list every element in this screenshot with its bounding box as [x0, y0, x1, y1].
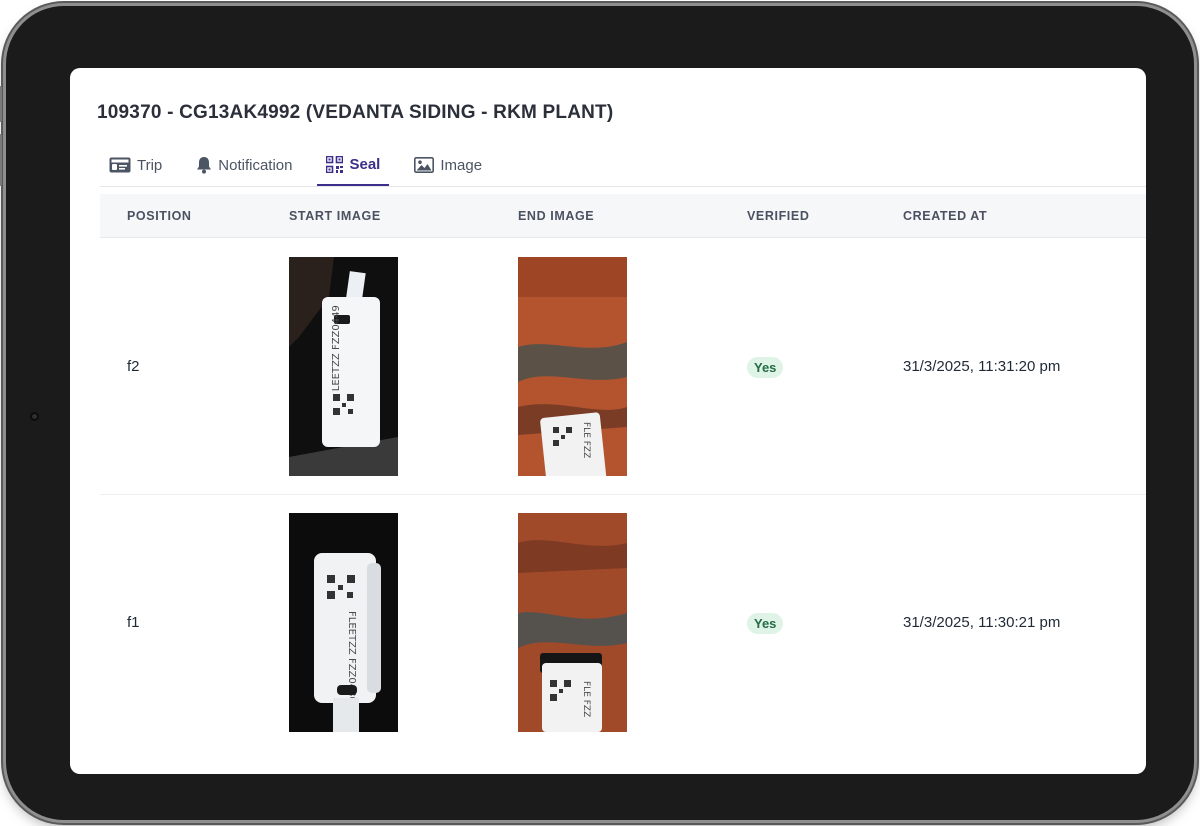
tab-divider	[100, 186, 1146, 187]
tab-label: Seal	[349, 155, 381, 173]
start-seal-image[interactable]: FLEETZZ FZZ0430	[289, 513, 398, 732]
app-screen: 109370 - CG13AK4992 (VEDANTA SIDING - RK…	[70, 68, 1146, 774]
end-seal-image[interactable]: FLE FZZ	[518, 257, 627, 476]
tab-bar: Trip Notification Seal Image	[100, 144, 491, 188]
position-cell: f2	[127, 358, 140, 375]
column-header-end-image: END IMAGE	[518, 209, 595, 223]
table-header: POSITION START IMAGE END IMAGE VERIFIED …	[100, 194, 1146, 238]
tab-notification[interactable]: Notification	[187, 144, 301, 186]
column-header-start-image: START IMAGE	[289, 209, 381, 223]
front-camera	[30, 412, 39, 421]
created-at-cell: 31/3/2025, 11:30:21 pm	[903, 614, 1061, 631]
page-title: 109370 - CG13AK4992 (VEDANTA SIDING - RK…	[97, 102, 614, 123]
position-cell: f1	[127, 614, 140, 631]
column-header-created-at: CREATED AT	[903, 209, 988, 223]
table-row: f2 FLEETZZ FZZ0449 FLE FZZ Yes 31/3/2025…	[100, 240, 1146, 495]
seal-text-start-f2: FLEETZZ FZZ0449	[331, 305, 342, 397]
side-button	[0, 86, 2, 122]
tab-seal[interactable]: Seal	[317, 144, 390, 186]
id-card-icon	[109, 157, 131, 173]
start-seal-image[interactable]: FLEETZZ FZZ0449	[289, 257, 398, 476]
image-icon	[414, 157, 435, 173]
bell-icon	[196, 156, 212, 174]
end-seal-image[interactable]: FLE FZZ	[518, 513, 627, 732]
tab-label: Image	[440, 156, 483, 174]
verified-badge: Yes	[747, 613, 784, 634]
seal-text-end-f1: FLE FZZ	[581, 681, 591, 717]
tab-trip[interactable]: Trip	[100, 144, 171, 186]
verified-badge: Yes	[747, 357, 784, 378]
created-at-cell: 31/3/2025, 11:31:20 pm	[903, 358, 1061, 375]
qr-code-icon	[326, 155, 344, 173]
tab-image[interactable]: Image	[405, 144, 491, 186]
column-header-verified: VERIFIED	[747, 209, 810, 223]
seal-text-end-f2: FLE FZZ	[581, 422, 591, 458]
tab-label: Trip	[137, 156, 163, 174]
tab-label: Notification	[218, 156, 293, 174]
volume-button	[0, 134, 2, 186]
column-header-position: POSITION	[127, 209, 192, 223]
tablet-frame: 109370 - CG13AK4992 (VEDANTA SIDING - RK…	[0, 6, 1194, 820]
table-row: f1 FLEETZZ FZZ0430 FLE FZZ Yes 31/3/2025…	[100, 496, 1146, 751]
